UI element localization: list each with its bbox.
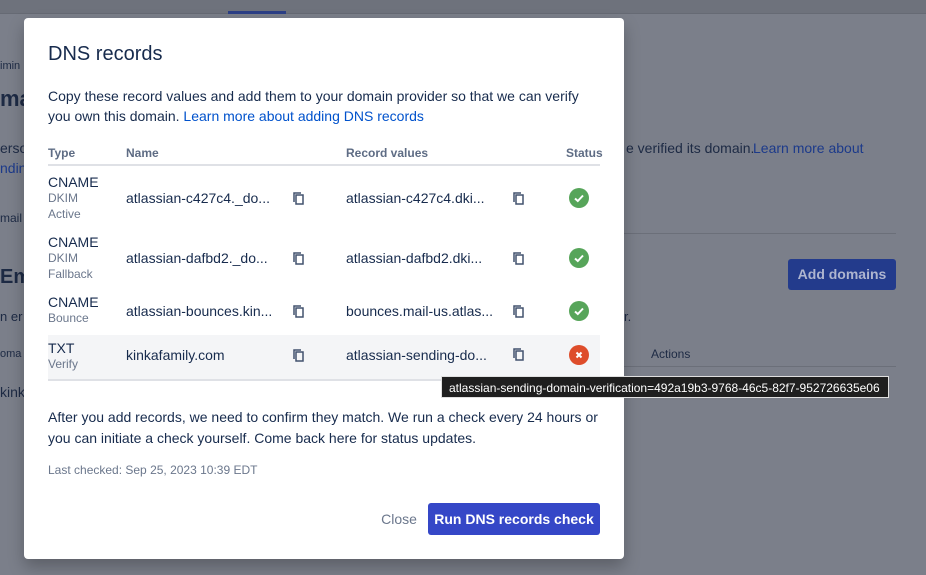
copy-value-icon[interactable] [513,348,525,362]
record-type-cell: CNAME DKIM Fallback [48,234,99,282]
header-type: Type [48,146,76,160]
learn-more-dns-link[interactable]: Learn more about adding DNS records [183,108,423,124]
record-value: bounces.mail-us.atlas... [346,303,494,319]
record-type: TXT [48,340,75,356]
background-tab-indicator [228,11,286,14]
record-type: CNAME [48,294,99,310]
copy-value-icon[interactable] [513,252,525,266]
background-verified-text: e verified its domain. [626,140,755,156]
record-subtype-detail: Fallback [48,267,93,281]
record-subtype-detail: Active [48,207,81,221]
modal-description: Copy these record values and add them to… [48,86,596,126]
copy-name-icon[interactable] [293,252,305,266]
record-subtype: DKIM [48,191,78,205]
record-subtype: Bounce [48,311,89,325]
last-checked-timestamp: Last checked: Sep 25, 2023 10:39 EDT [48,463,258,477]
run-dns-check-button[interactable]: Run DNS records check [428,503,600,535]
background-top-bar [0,0,926,14]
copy-name-icon[interactable] [293,305,305,319]
record-type-cell: TXT Verify [48,340,78,372]
after-records-text: After you add records, we need to confir… [48,409,598,446]
header-record-values: Record values [346,146,429,160]
copy-name-icon[interactable] [293,192,305,206]
record-name: atlassian-dafbd2._do... [126,250,268,266]
background-column-fragment: oma [0,348,22,360]
record-subtype: Verify [48,357,79,371]
background-link-fragment: ndin [0,160,27,176]
background-divider [624,233,896,234]
background-email-fragment: mail [0,211,23,225]
header-name: Name [126,146,159,160]
table-header: Type Name Record values Status [48,142,603,166]
header-status: Status [566,146,603,160]
close-button[interactable]: Close [374,503,424,535]
background-text-fragment-2: n er [0,309,23,324]
record-value-tooltip: atlassian-sending-domain-verification=49… [441,376,889,398]
table-row: TXT Verify kinkafamily.com atlassian-sen… [48,335,600,379]
background-text-fragment-3: r. [624,309,632,324]
background-admin-fragment: imin [0,60,21,72]
record-type-cell: CNAME DKIM Active [48,174,99,222]
background-add-domains-button: Add domains [788,259,896,290]
check-circle-icon [569,248,589,268]
background-actions-header: Actions [651,347,691,361]
record-value: atlassian-sending-do... [346,347,487,363]
background-learn-more-link: Learn more about [753,140,864,156]
record-type-cell: CNAME Bounce [48,294,99,326]
copy-value-icon[interactable] [513,192,525,206]
table-row: CNAME Bounce atlassian-bounces.kin... bo… [48,289,600,335]
record-name: atlassian-bounces.kin... [126,303,273,319]
error-circle-icon [569,345,589,365]
record-name: atlassian-c427c4._do... [126,190,270,206]
dns-records-table: Type Name Record values Status CNAME DKI… [48,142,603,381]
dns-records-modal: DNS records Copy these record values and… [24,18,624,559]
record-value: atlassian-dafbd2.dki... [346,250,483,266]
modal-title: DNS records [48,43,163,65]
record-value: atlassian-c427c4.dki... [346,190,485,206]
table-row: CNAME DKIM Active atlassian-c427c4._do..… [48,166,600,226]
copy-name-icon[interactable] [293,349,305,363]
table-row: CNAME DKIM Fallback atlassian-dafbd2._do… [48,226,600,289]
check-circle-icon [569,301,589,321]
record-name: kinkafamily.com [126,347,225,363]
copy-value-icon[interactable] [513,305,525,319]
record-type: CNAME [48,174,99,190]
record-type: CNAME [48,234,99,250]
check-circle-icon [569,188,589,208]
background-table-divider [624,366,896,367]
record-subtype: DKIM [48,251,78,265]
